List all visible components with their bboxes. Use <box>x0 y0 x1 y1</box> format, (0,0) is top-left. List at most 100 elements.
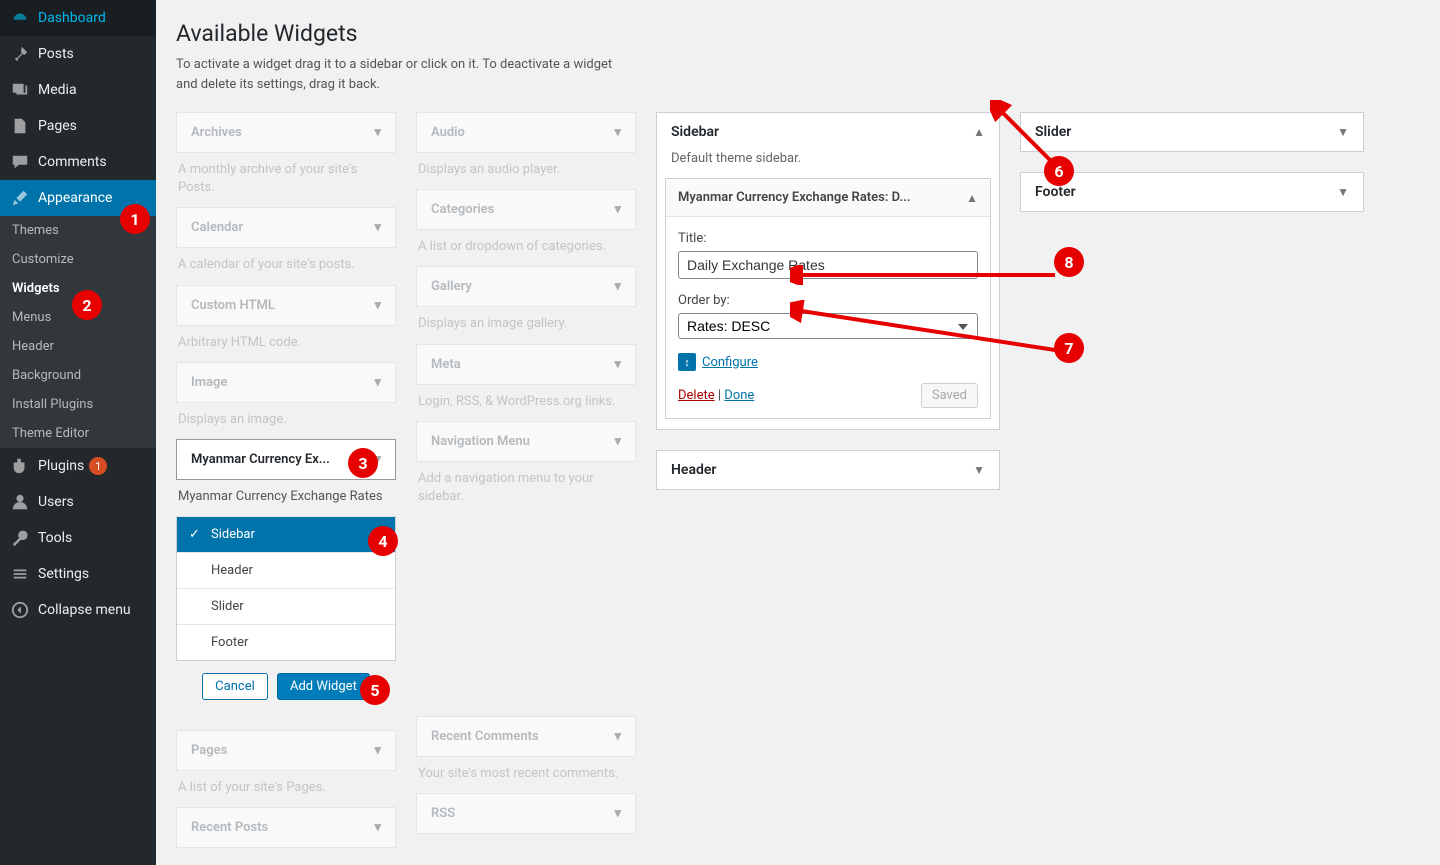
menu-label: Pages <box>38 118 77 134</box>
chevron-down-icon: ▾ <box>614 729 621 744</box>
area-slider: Slider▼ <box>1020 112 1364 152</box>
area-slider-toggle[interactable]: Slider▼ <box>1021 113 1363 151</box>
collapse-icon <box>10 600 30 620</box>
chevron-down-icon: ▼ <box>973 463 985 477</box>
plugin-badge: 1 <box>89 457 107 475</box>
settings-icon <box>10 564 30 584</box>
widget-custom-html[interactable]: Custom HTML▾ <box>176 285 396 326</box>
submenu-install-plugins[interactable]: Install Plugins <box>0 390 156 419</box>
chevron-down-icon: ▼ <box>1337 125 1349 139</box>
chevron-down-icon: ▾ <box>614 434 621 449</box>
widget-pages[interactable]: Pages▾ <box>176 730 396 771</box>
widget-categories[interactable]: Categories▾ <box>416 189 636 230</box>
area-sidebar-desc: Default theme sidebar. <box>657 151 999 178</box>
menu-label: Settings <box>38 566 89 582</box>
area-sidebar: Sidebar▲ Default theme sidebar. Myanmar … <box>656 112 1000 430</box>
widget-areas-col1: Sidebar▲ Default theme sidebar. Myanmar … <box>656 112 1000 510</box>
menu-pages[interactable]: Pages <box>0 108 156 144</box>
tool-icon <box>10 528 30 548</box>
chooser-sidebar[interactable]: Sidebar <box>177 516 395 552</box>
menu-label: Comments <box>38 154 107 170</box>
chooser-slider[interactable]: Slider <box>177 588 395 624</box>
menu-dashboard[interactable]: Dashboard <box>0 0 156 36</box>
annotation-2: 2 <box>72 290 102 320</box>
chevron-down-icon: ▾ <box>374 220 381 235</box>
annotation-7: 7 <box>1054 333 1084 363</box>
menu-plugins[interactable]: Plugins 1 <box>0 448 156 484</box>
menu-settings[interactable]: Settings <box>0 556 156 592</box>
annotation-1: 1 <box>120 204 150 234</box>
chooser-footer[interactable]: Footer <box>177 624 395 660</box>
sidebar-widget-myanmar: Myanmar Currency Exchange Rates: D...▲ T… <box>665 178 991 419</box>
widget-full-title: Myanmar Currency Exchange Rates <box>176 480 396 516</box>
main-content: Available Widgets To activate a widget d… <box>156 0 1440 865</box>
menu-users[interactable]: Users <box>0 484 156 520</box>
area-sidebar-toggle[interactable]: Sidebar▲ <box>657 113 999 151</box>
area-header-toggle[interactable]: Header▼ <box>657 451 999 489</box>
order-select[interactable]: Rates: DESC <box>678 313 978 339</box>
dashboard-icon <box>10 8 30 28</box>
widget-recent-comments[interactable]: Recent Comments▾ <box>416 716 636 757</box>
saved-indicator: Saved <box>921 383 978 408</box>
add-widget-button[interactable]: Add Widget <box>277 673 370 700</box>
page-icon <box>10 116 30 136</box>
admin-sidebar: Dashboard Posts Media Pages Comments App… <box>0 0 156 865</box>
widget-nav-menu[interactable]: Navigation Menu▾ <box>416 421 636 462</box>
menu-comments[interactable]: Comments <box>0 144 156 180</box>
chevron-down-icon: ▾ <box>374 743 381 758</box>
title-input[interactable] <box>678 251 978 279</box>
widget-gallery[interactable]: Gallery▾ <box>416 266 636 307</box>
media-icon <box>10 80 30 100</box>
widget-audio[interactable]: Audio▾ <box>416 112 636 153</box>
chevron-down-icon: ▾ <box>614 806 621 821</box>
annotation-4: 4 <box>368 526 398 556</box>
available-widgets: Archives▾A monthly archive of your site'… <box>176 112 636 848</box>
chevron-down-icon: ▾ <box>614 279 621 294</box>
widget-recent-posts[interactable]: Recent Posts▾ <box>176 807 396 848</box>
chevron-down-icon: ▾ <box>374 298 381 313</box>
menu-label: Users <box>38 494 74 510</box>
plugin-icon <box>10 456 30 476</box>
sidebar-widget-toggle[interactable]: Myanmar Currency Exchange Rates: D...▲ <box>666 179 990 216</box>
sort-icon: ↕ <box>678 353 696 371</box>
widget-archives[interactable]: Archives▾ <box>176 112 396 153</box>
submenu-theme-editor[interactable]: Theme Editor <box>0 419 156 448</box>
menu-media[interactable]: Media <box>0 72 156 108</box>
submenu-header[interactable]: Header <box>0 332 156 361</box>
appearance-submenu: Themes Customize Widgets Menus Header Ba… <box>0 216 156 448</box>
widget-image[interactable]: Image▾ <box>176 362 396 403</box>
submenu-customize[interactable]: Customize <box>0 245 156 274</box>
page-title: Available Widgets <box>176 20 1420 47</box>
configure-link[interactable]: Configure <box>702 355 758 370</box>
widget-meta[interactable]: Meta▾ <box>416 344 636 385</box>
user-icon <box>10 492 30 512</box>
pin-icon <box>10 44 30 64</box>
widget-rss[interactable]: RSS▾ <box>416 793 636 834</box>
chevron-down-icon: ▼ <box>1337 185 1349 199</box>
chevron-down-icon: ▾ <box>614 125 621 140</box>
widget-area-chooser: Sidebar Header Slider Footer <box>176 516 396 661</box>
delete-link[interactable]: Delete <box>678 388 715 403</box>
menu-posts[interactable]: Posts <box>0 36 156 72</box>
chevron-down-icon: ▾ <box>374 820 381 835</box>
chevron-up-icon: ▲ <box>973 125 985 139</box>
menu-label: Appearance <box>38 190 112 206</box>
area-header: Header▼ <box>656 450 1000 490</box>
title-label: Title: <box>678 231 978 246</box>
comment-icon <box>10 152 30 172</box>
annotation-8: 8 <box>1054 247 1084 277</box>
chooser-header[interactable]: Header <box>177 552 395 588</box>
menu-collapse[interactable]: Collapse menu <box>0 592 156 628</box>
menu-label: Plugins <box>38 458 84 474</box>
menu-label: Media <box>38 82 77 98</box>
widget-calendar[interactable]: Calendar▾ <box>176 207 396 248</box>
done-link[interactable]: Done <box>724 388 754 403</box>
annotation-6: 6 <box>1044 156 1074 186</box>
cancel-button[interactable]: Cancel <box>202 673 268 700</box>
submenu-background[interactable]: Background <box>0 361 156 390</box>
menu-label: Posts <box>38 46 74 62</box>
area-footer-toggle[interactable]: Footer▼ <box>1021 173 1363 211</box>
menu-tools[interactable]: Tools <box>0 520 156 556</box>
chevron-down-icon: ▾ <box>614 357 621 372</box>
widget-action-links: Delete | Done <box>678 388 754 403</box>
